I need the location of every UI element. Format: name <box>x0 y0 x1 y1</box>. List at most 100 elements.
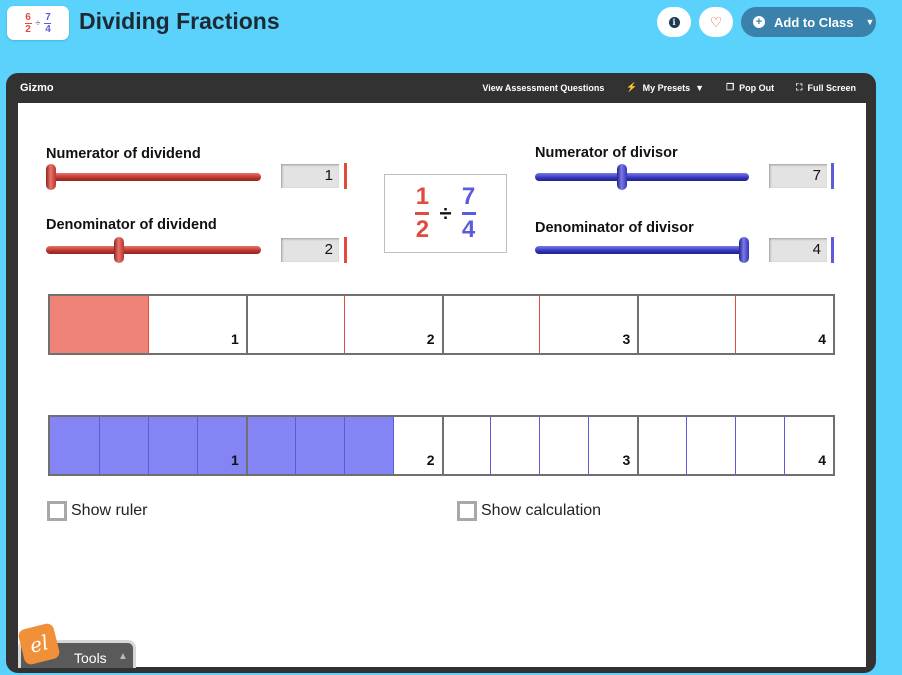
heart-icon: ♡ <box>709 14 723 30</box>
dividend-denominator: 2 <box>415 216 430 243</box>
logo-divide-sign: ÷ <box>35 18 41 28</box>
divisor-bar-part <box>637 417 686 474</box>
gizmo-logo: 6 2 ÷ 7 4 <box>7 6 69 40</box>
logo-divisor-denominator: 4 <box>45 23 51 35</box>
divisor-numerator-slider[interactable] <box>535 173 749 181</box>
add-to-class-button[interactable]: + Add to Class ▼ <box>741 7 876 37</box>
divisor-bar-part <box>441 417 491 474</box>
divisor-bar-part <box>735 417 784 474</box>
gizmo-canvas: Numerator of dividend 1 Denominator of d… <box>18 103 866 667</box>
divisor-numerator-slider-thumb[interactable] <box>616 164 627 190</box>
dividend-denominator-value[interactable]: 2 <box>281 238 339 262</box>
my-presets-button[interactable]: ⚡ My Presets ▼ <box>626 82 704 93</box>
divisor-color-marker <box>831 237 834 263</box>
dividend-bar-part: 1 <box>147 296 246 353</box>
caret-up-icon: ▲ <box>118 651 128 662</box>
divisor-bar-part <box>294 417 344 474</box>
fraction-bar <box>461 212 476 215</box>
divisor-bar-part <box>245 417 295 474</box>
pop-out-label: Pop Out <box>739 82 775 93</box>
divisor-bar-part <box>490 417 539 474</box>
logo-dividend: 6 2 <box>24 11 32 35</box>
divisor-numerator-label: Numerator of divisor <box>535 145 678 161</box>
show-ruler-checkbox[interactable] <box>47 501 67 521</box>
caret-down-icon: ▼ <box>695 82 705 93</box>
dividend-color-marker <box>344 237 347 263</box>
divisor-numerator: 7 <box>461 183 476 210</box>
division-expression: 1 2 ÷ 7 4 <box>384 174 507 253</box>
logo-dividend-numerator: 6 <box>25 11 31 23</box>
dividend-bar-whole-label: 3 <box>622 331 631 347</box>
divisor-denominator-slider-thumb[interactable] <box>739 237 749 263</box>
dividend-denominator-slider[interactable] <box>46 246 261 254</box>
divisor-denominator-label: Denominator of divisor <box>535 220 694 236</box>
full-screen-icon: ⛶ <box>796 82 803 92</box>
caret-down-icon: ▼ <box>865 17 875 27</box>
divisor-denominator-slider[interactable] <box>535 246 749 254</box>
divisor-color-marker <box>831 163 834 189</box>
divisor-bar-whole-label: 4 <box>818 452 826 468</box>
divisor-denominator: 4 <box>461 216 476 243</box>
dividend-color-marker <box>344 163 347 189</box>
logo-divisor: 7 4 <box>44 11 52 35</box>
dividend-bar-whole-label: 2 <box>426 331 435 347</box>
page-title: Dividing Fractions <box>79 8 280 34</box>
favorite-button[interactable]: ♡ <box>699 7 733 37</box>
add-to-class-label: Add to Class <box>774 14 854 30</box>
divisor-bar-part <box>343 417 393 474</box>
info-button[interactable]: i <box>657 7 691 37</box>
divisor-bar-part: 4 <box>784 417 833 474</box>
dividend-numerator-value[interactable]: 1 <box>281 164 339 188</box>
divisor-bar-part: 2 <box>392 417 442 474</box>
divide-sign: ÷ <box>439 200 452 226</box>
divisor-bar-part: 3 <box>588 417 637 474</box>
divisor-bar-whole-label: 2 <box>426 452 435 468</box>
full-screen-button[interactable]: ⛶ Full Screen <box>796 82 856 93</box>
dividend-numerator: 1 <box>415 183 430 210</box>
dividend-bar-part <box>245 296 344 353</box>
gizmo-label: Gizmo <box>20 82 54 94</box>
divisor-fraction: 7 4 <box>461 183 476 243</box>
dividend-bar-part <box>50 296 148 353</box>
pop-out-icon: ❐ <box>726 82 735 92</box>
divisor-fraction-bar: 1 2 3 4 <box>48 415 835 476</box>
divisor-bar-part: 1 <box>196 417 246 474</box>
dividend-denominator-slider-thumb[interactable] <box>113 237 124 263</box>
view-assessment-questions-button[interactable]: View Assessment Questions <box>482 82 604 93</box>
show-calculation-label: Show calculation <box>481 502 602 519</box>
divisor-bar-part <box>686 417 735 474</box>
divisor-numerator-value[interactable]: 7 <box>769 164 827 188</box>
dividend-numerator-slider-thumb[interactable] <box>46 164 56 190</box>
divisor-bar-part <box>147 417 197 474</box>
tools-label: Tools <box>74 650 107 666</box>
dividend-denominator-label: Denominator of dividend <box>46 217 217 233</box>
dividend-fraction-bar: 1 2 3 4 <box>48 294 835 355</box>
my-presets-label: My Presets <box>642 82 691 93</box>
divisor-bar-part <box>98 417 148 474</box>
dividend-bar-part: 3 <box>539 296 637 353</box>
divisor-bar-whole-label: 3 <box>622 452 631 468</box>
dividend-bar-part: 2 <box>343 296 442 353</box>
view-assessment-label: View Assessment Questions <box>482 82 605 93</box>
logo-dividend-denominator: 2 <box>25 23 31 35</box>
lightning-icon: ⚡ <box>626 82 638 92</box>
plus-circle-icon: + <box>753 16 765 28</box>
gizmo-toolbar: View Assessment Questions ⚡ My Presets ▼… <box>482 82 856 93</box>
gizmo-frame: Gizmo View Assessment Questions ⚡ My Pre… <box>6 73 876 673</box>
divisor-bar-part <box>50 417 99 474</box>
dividend-bar-part <box>441 296 540 353</box>
show-calculation-option[interactable]: Show calculation <box>457 501 601 521</box>
dividend-fraction: 1 2 <box>415 183 430 243</box>
show-calculation-checkbox[interactable] <box>457 501 477 521</box>
logo-divisor-numerator: 7 <box>45 11 51 23</box>
divisor-denominator-value[interactable]: 4 <box>769 238 827 262</box>
dividend-bar-whole-label: 1 <box>230 331 239 347</box>
pop-out-button[interactable]: ❐ Pop Out <box>726 82 774 93</box>
dividend-numerator-slider[interactable] <box>46 173 261 181</box>
dividend-bar-whole-label: 4 <box>818 331 826 347</box>
divisor-bar-whole-label: 1 <box>230 452 239 468</box>
full-screen-label: Full Screen <box>807 82 856 93</box>
show-ruler-option[interactable]: Show ruler <box>47 501 147 521</box>
info-icon: i <box>668 16 680 28</box>
dividend-numerator-label: Numerator of dividend <box>46 146 201 162</box>
